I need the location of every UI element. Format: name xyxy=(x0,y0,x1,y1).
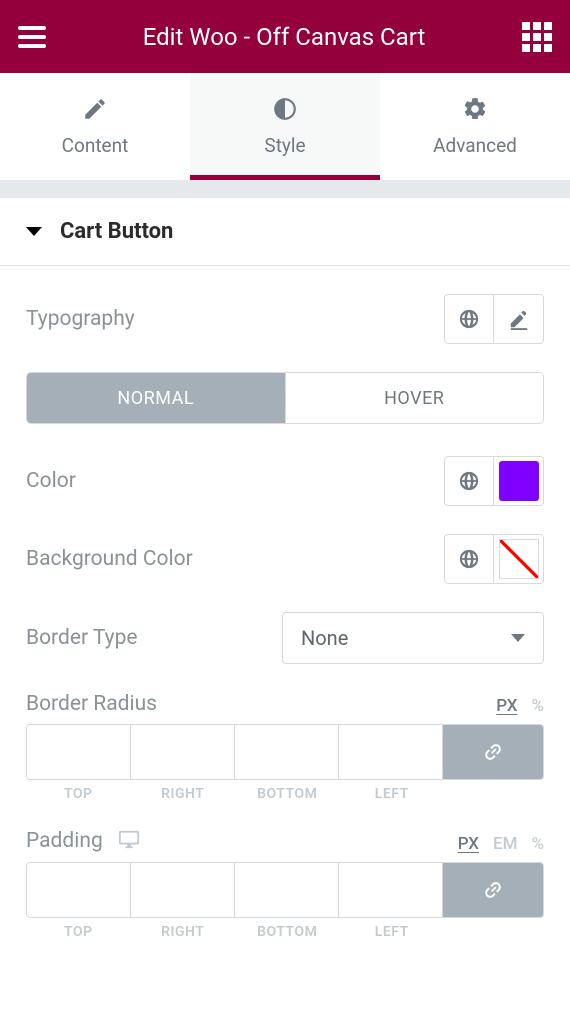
border-radius-bottom-input[interactable] xyxy=(235,725,339,779)
color-swatch xyxy=(499,461,539,501)
link-icon xyxy=(481,740,505,764)
link-icon xyxy=(481,878,505,902)
chevron-down-icon xyxy=(511,634,525,642)
no-color-icon xyxy=(499,539,539,579)
padding-header: Padding PX EM % xyxy=(26,828,544,854)
padding-top-input[interactable] xyxy=(27,863,131,917)
menu-icon[interactable] xyxy=(18,26,46,48)
globe-icon xyxy=(458,470,480,492)
typography-control: Typography xyxy=(26,294,544,344)
apps-grid-icon[interactable] xyxy=(522,22,552,52)
border-radius-link-button[interactable] xyxy=(443,725,543,779)
padding-dim-labels: TOP RIGHT BOTTOM LEFT xyxy=(26,918,544,940)
dim-label-bottom: BOTTOM xyxy=(235,924,340,940)
color-label: Color xyxy=(26,469,76,493)
dim-label-right: RIGHT xyxy=(131,924,236,940)
border-radius-header: Border Radius PX % xyxy=(26,692,544,716)
color-buttons xyxy=(444,456,544,506)
typography-label: Typography xyxy=(26,307,135,331)
section-title: Cart Button xyxy=(60,219,173,244)
border-radius-top-input[interactable] xyxy=(27,725,131,779)
padding-link-button[interactable] xyxy=(443,863,543,917)
border-radius-units: PX % xyxy=(496,696,544,716)
bg-color-buttons xyxy=(444,534,544,584)
gear-icon xyxy=(462,96,488,122)
bg-color-swatch-button[interactable] xyxy=(494,534,544,584)
dim-label-bottom: BOTTOM xyxy=(235,786,340,802)
border-type-select[interactable]: None xyxy=(282,612,544,664)
globe-icon xyxy=(458,308,480,330)
unit-percent[interactable]: % xyxy=(531,696,544,716)
unit-percent[interactable]: % xyxy=(531,834,544,854)
bg-color-label: Background Color xyxy=(26,547,193,571)
padding-bottom-input[interactable] xyxy=(235,863,339,917)
pencil-icon xyxy=(508,308,530,330)
bg-color-globe-button[interactable] xyxy=(444,534,494,584)
border-radius-label: Border Radius xyxy=(26,692,157,716)
divider-strip xyxy=(0,180,570,198)
editor-tabs: Content Style Advanced xyxy=(0,73,570,180)
tab-content[interactable]: Content xyxy=(0,73,190,180)
section-toggle-cart-button[interactable]: Cart Button xyxy=(0,198,570,266)
globe-icon xyxy=(458,548,480,570)
border-radius-dim-labels: TOP RIGHT BOTTOM LEFT xyxy=(26,780,544,802)
dim-label-top: TOP xyxy=(26,786,131,802)
bg-color-control: Background Color xyxy=(26,534,544,584)
typography-buttons xyxy=(444,294,544,344)
color-control: Color xyxy=(26,456,544,506)
contrast-icon xyxy=(272,96,298,122)
dim-label-left: LEFT xyxy=(340,924,445,940)
dim-label-left: LEFT xyxy=(340,786,445,802)
tab-style-label: Style xyxy=(264,134,305,157)
border-radius-inputs xyxy=(26,724,544,780)
border-type-label: Border Type xyxy=(26,626,138,650)
tab-advanced[interactable]: Advanced xyxy=(380,73,570,180)
tab-advanced-label: Advanced xyxy=(433,134,517,157)
dim-label-right: RIGHT xyxy=(131,786,236,802)
padding-right-input[interactable] xyxy=(131,863,235,917)
controls-panel: Typography NORMAL HOVER Color Background… xyxy=(0,266,570,940)
state-tab-hover[interactable]: HOVER xyxy=(285,373,544,423)
unit-px[interactable]: PX xyxy=(458,834,479,854)
state-tab-normal[interactable]: NORMAL xyxy=(27,373,285,423)
edit-typography-button[interactable] xyxy=(494,294,544,344)
editor-header: Edit Woo - Off Canvas Cart xyxy=(0,0,570,73)
globe-button[interactable] xyxy=(444,294,494,344)
state-tabs: NORMAL HOVER xyxy=(26,372,544,424)
border-type-control: Border Type None xyxy=(26,612,544,664)
tab-style[interactable]: Style xyxy=(190,73,380,180)
padding-left-input[interactable] xyxy=(339,863,443,917)
unit-px[interactable]: PX xyxy=(496,696,517,716)
padding-label: Padding xyxy=(26,829,103,853)
dim-label-top: TOP xyxy=(26,924,131,940)
caret-down-icon xyxy=(26,227,42,236)
desktop-icon[interactable] xyxy=(117,828,141,854)
unit-em[interactable]: EM xyxy=(493,834,517,854)
tab-content-label: Content xyxy=(62,134,129,157)
padding-inputs xyxy=(26,862,544,918)
border-radius-left-input[interactable] xyxy=(339,725,443,779)
header-title: Edit Woo - Off Canvas Cart xyxy=(143,23,426,51)
color-globe-button[interactable] xyxy=(444,456,494,506)
border-type-value: None xyxy=(301,626,348,650)
color-swatch-button[interactable] xyxy=(494,456,544,506)
padding-units: PX EM % xyxy=(458,834,544,854)
border-radius-right-input[interactable] xyxy=(131,725,235,779)
pencil-icon xyxy=(82,96,108,122)
